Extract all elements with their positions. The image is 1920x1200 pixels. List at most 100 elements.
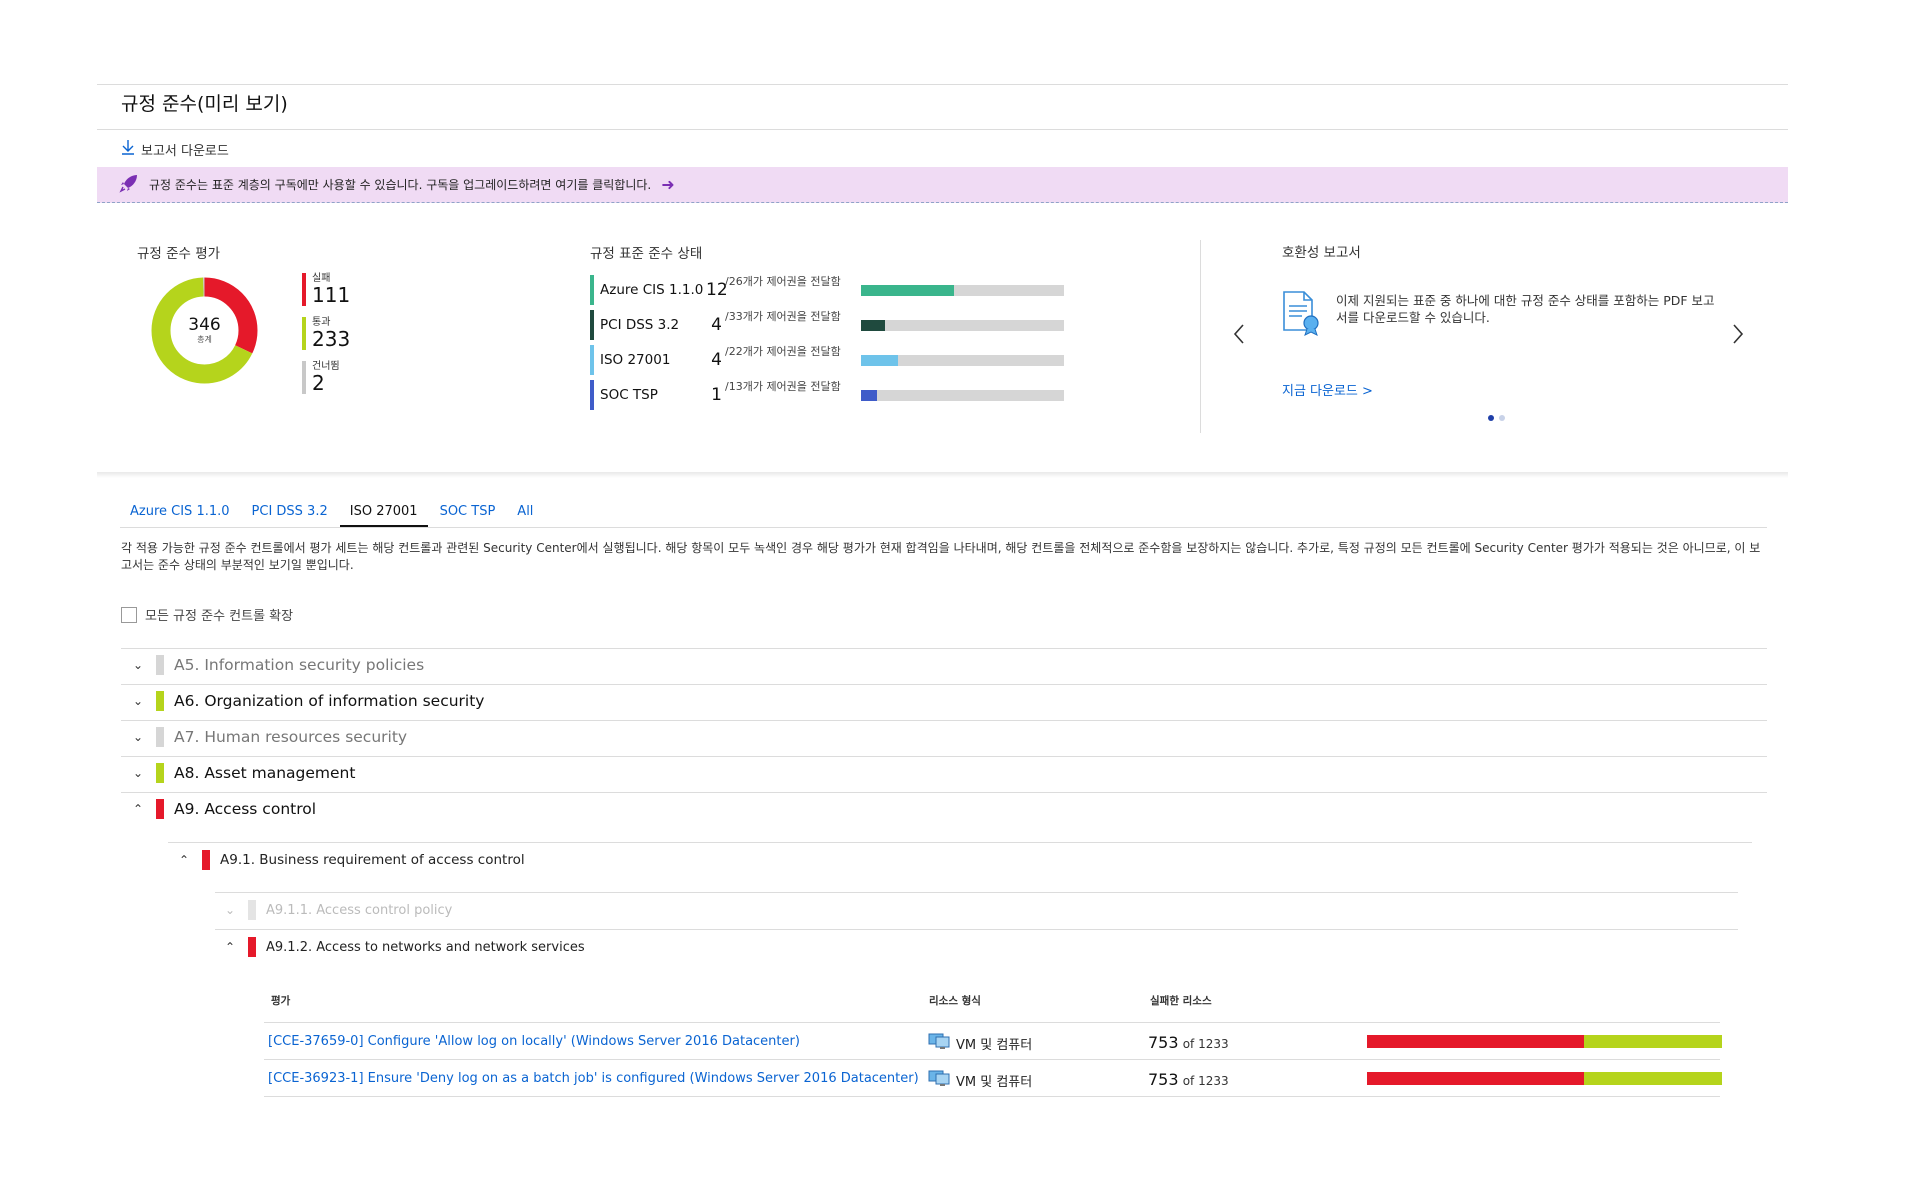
- compat-report-title: 호환성 보고서: [1282, 245, 1361, 261]
- standard-passed-text: /33개가 제어권을 전달함: [725, 310, 841, 323]
- upgrade-banner-text: 규정 준수는 표준 계층의 구독에만 사용할 수 있습니다. 구독을 업그레이드…: [149, 178, 652, 192]
- checkbox-box[interactable]: [121, 606, 137, 623]
- standard-color-bar: [590, 345, 594, 375]
- control-label: A5. Information security policies: [174, 656, 425, 674]
- chevron-down-icon[interactable]: ⌄: [129, 694, 147, 708]
- legend-skipped-value: 2: [312, 371, 325, 395]
- carousel-dot-active[interactable]: [1488, 415, 1494, 421]
- standard-row[interactable]: SOC TSP 1 /13개가 제어권을 전달함: [590, 378, 1064, 412]
- legend-passed: 통과 233: [302, 317, 350, 350]
- status-bar-passed: [156, 763, 164, 783]
- standard-passed-text: /13개가 제어권을 전달함: [725, 380, 841, 393]
- control-row-a912[interactable]: ⌃ A9.1.2. Access to networks and network…: [221, 937, 585, 957]
- standards-title: 규정 표준 준수 상태: [590, 246, 703, 262]
- chevron-up-icon[interactable]: ⌃: [129, 802, 147, 816]
- control-label: A9.1.1. Access control policy: [266, 902, 453, 918]
- tab-pci-dss[interactable]: PCI DSS 3.2: [242, 498, 338, 527]
- total-count: 346: [188, 315, 221, 335]
- assessment-link[interactable]: [CCE-37659-0] Configure 'Allow log on lo…: [268, 1034, 800, 1049]
- control-label: A7. Human resources security: [174, 728, 408, 746]
- expand-all-checkbox[interactable]: 모든 규정 준수 컨트롤 확장: [121, 605, 293, 624]
- standard-progress-bar: [861, 319, 1064, 331]
- legend-skipped: 건너뜀 2: [302, 361, 340, 394]
- compat-report-text: 이제 지원되는 표준 중 하나에 대한 규정 준수 상태를 포함하는 PDF 보…: [1336, 293, 1715, 325]
- standard-tabs: Azure CIS 1.1.0 PCI DSS 3.2 ISO 27001 SO…: [120, 498, 545, 527]
- control-label: A9.1. Business requirement of access con…: [220, 852, 525, 868]
- standard-progress-fill: [861, 319, 886, 331]
- chevron-down-icon[interactable]: ⌄: [129, 730, 147, 744]
- tree-divider: [215, 929, 1738, 930]
- legend-skipped-bar: [302, 361, 306, 394]
- chevron-down-icon[interactable]: ⌄: [221, 903, 239, 917]
- col-header-resource-type[interactable]: 리소스 형식: [929, 993, 981, 1008]
- compliance-description: 각 적용 가능한 규정 준수 컨트롤에서 평가 세트는 해당 컨트롤과 관련된 …: [121, 541, 1761, 572]
- standard-name: SOC TSP: [600, 387, 658, 403]
- status-bar-skipped: [156, 727, 164, 747]
- control-row-a7[interactable]: ⌄ A7. Human resources security: [129, 727, 407, 747]
- chevron-up-icon[interactable]: ⌃: [175, 853, 193, 867]
- download-report-label: 보고서 다운로드: [141, 143, 229, 159]
- arrow-right-icon: ➜: [661, 175, 675, 194]
- col-header-failed-resources[interactable]: 실패한 리소스: [1150, 993, 1212, 1008]
- tab-all[interactable]: All: [507, 498, 543, 527]
- tab-soc-tsp[interactable]: SOC TSP: [430, 498, 506, 527]
- upgrade-banner[interactable]: 규정 준수는 표준 계층의 구독에만 사용할 수 있습니다. 구독을 업그레이드…: [97, 167, 1788, 203]
- carousel-next-button[interactable]: [1731, 322, 1745, 352]
- carousel-dot[interactable]: [1499, 415, 1505, 421]
- vm-icon: [928, 1033, 950, 1053]
- resource-type-label: VM 및 컴퓨터: [956, 1037, 1033, 1053]
- standard-name: Azure CIS 1.1.0: [600, 282, 704, 298]
- failed-segment: [1367, 1072, 1584, 1085]
- standard-name: PCI DSS 3.2: [600, 317, 680, 333]
- download-report-button[interactable]: 보고서 다운로드: [121, 139, 229, 159]
- standard-row[interactable]: Azure CIS 1.1.0 12 /26개가 제어권을 전달함: [590, 273, 1064, 307]
- standard-passed-count: 4: [711, 315, 722, 335]
- status-bar-failed: [248, 937, 256, 957]
- total-label: 총계: [197, 335, 212, 344]
- tab-azure-cis[interactable]: Azure CIS 1.1.0: [120, 498, 240, 527]
- standard-row[interactable]: PCI DSS 3.2 4 /33개가 제어권을 전달함: [590, 308, 1064, 342]
- control-row-a9[interactable]: ⌃ A9. Access control: [129, 799, 316, 819]
- failed-resources-cell: 753 of 1233: [1148, 1033, 1229, 1052]
- control-row-a6[interactable]: ⌄ A6. Organization of information securi…: [129, 691, 484, 711]
- tree-divider: [121, 720, 1767, 721]
- carousel-prev-button[interactable]: [1232, 322, 1246, 352]
- standard-color-bar: [590, 310, 594, 340]
- legend-failed-value: 111: [312, 283, 351, 307]
- standard-name: ISO 27001: [600, 352, 671, 368]
- download-now-link[interactable]: 지금 다운로드 >: [1282, 380, 1373, 399]
- total-count: of 1233: [1182, 1037, 1229, 1051]
- chevron-down-icon[interactable]: ⌄: [129, 766, 147, 780]
- tree-divider: [121, 756, 1767, 757]
- chevron-up-icon[interactable]: ⌃: [221, 940, 239, 954]
- total-count: of 1233: [1182, 1074, 1229, 1088]
- tree-divider: [168, 842, 1752, 843]
- status-bar-failed: [202, 850, 210, 870]
- tree-divider: [121, 648, 1767, 649]
- status-bar-passed: [156, 691, 164, 711]
- tab-iso-27001[interactable]: ISO 27001: [339, 498, 428, 527]
- standard-progress-bar: [861, 389, 1064, 401]
- standard-progress-fill: [861, 284, 955, 296]
- assessment-link[interactable]: [CCE-36923-1] Ensure 'Deny log on as a b…: [268, 1071, 919, 1086]
- control-row-a8[interactable]: ⌄ A8. Asset management: [129, 763, 355, 783]
- legend-failed: 실패 111: [302, 273, 350, 306]
- standard-passed-text: /26개가 제어권을 전달함: [725, 275, 841, 288]
- control-row-a91[interactable]: ⌃ A9.1. Business requirement of access c…: [175, 850, 525, 870]
- standard-progress-fill: [861, 389, 878, 401]
- standard-row[interactable]: ISO 27001 4 /22개가 제어권을 전달함: [590, 343, 1064, 377]
- col-header-assessment[interactable]: 평가: [271, 993, 290, 1008]
- section-separator: [97, 472, 1788, 478]
- failed-count: 753: [1148, 1033, 1179, 1052]
- status-bar-skipped: [248, 900, 256, 920]
- control-row-a5[interactable]: ⌄ A5. Information security policies: [129, 655, 424, 675]
- standard-progress-bar: [861, 284, 1064, 296]
- standard-passed-count: 1: [711, 385, 722, 405]
- legend-passed-bar: [302, 317, 306, 350]
- status-bar-failed: [156, 799, 164, 819]
- resource-type-cell: VM 및 컴퓨터: [928, 1033, 1032, 1053]
- chevron-down-icon[interactable]: ⌄: [129, 658, 147, 672]
- control-row-a911[interactable]: ⌄ A9.1.1. Access control policy: [221, 900, 452, 920]
- legend-passed-value: 233: [312, 327, 351, 351]
- standard-color-bar: [590, 275, 594, 305]
